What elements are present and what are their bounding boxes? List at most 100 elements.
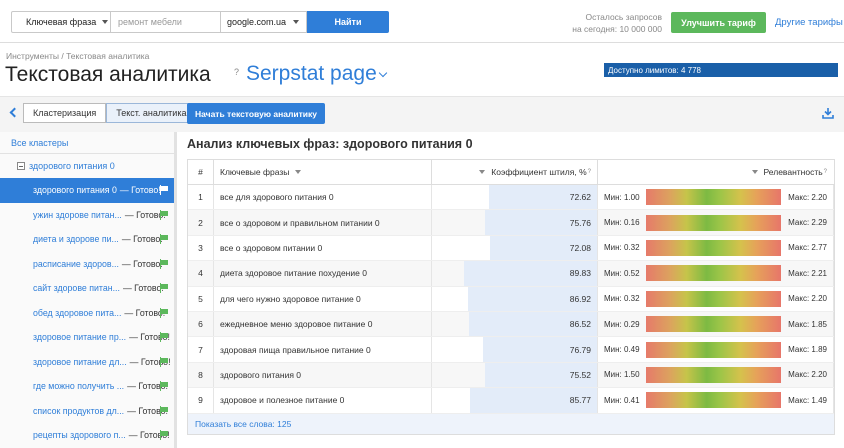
search-input[interactable] — [111, 11, 221, 33]
relevance-min: Мин: 0.49 — [604, 345, 640, 355]
table-row: 3 все о здоровом питании 0 72.08 Мин: 0.32 М… — [188, 235, 834, 262]
row-keyword: все о здоровом и правильном питании 0 — [214, 210, 432, 235]
sidebar-cluster-item[interactable]: здорового питания 0— Готово! — [0, 178, 174, 203]
relevance-heatmap — [646, 392, 782, 409]
row-coef: 89.83 — [432, 261, 598, 286]
breadcrumb[interactable]: Инструменты / Текстовая аналитика — [6, 51, 149, 61]
row-coef: 86.92 — [432, 286, 598, 311]
flag-icon — [159, 430, 168, 440]
sidebar-cluster-item[interactable]: здоровое питание пр... — Готово! — [0, 325, 174, 350]
row-number: 3 — [188, 235, 214, 261]
sidebar-cluster-item[interactable]: диета и здорове пи... — Готово! — [0, 227, 174, 252]
cluster-label: диета и здорове пи... — [33, 234, 119, 245]
other-tariffs-link[interactable]: Другие тарифы — [775, 17, 843, 28]
table-row: 5 для чего нужно здоровое питание 0 86.92 М… — [188, 286, 834, 312]
relevance-max: Макс: 1.85 — [788, 319, 827, 329]
flag-icon — [159, 356, 168, 367]
keywords-table: # Ключевые фразы Коэффициент штиля, %? Р… — [187, 159, 835, 435]
flag-icon — [159, 234, 168, 244]
coef-value: 75.76 — [569, 217, 591, 228]
upgrade-plan-button[interactable]: Улучшить тариф — [671, 12, 766, 33]
sort-icon[interactable] — [479, 170, 486, 174]
search-engine-label: google.com.ua — [227, 17, 287, 27]
help-icon[interactable]: ? — [588, 169, 591, 175]
relevance-max: Макс: 1.89 — [788, 345, 827, 355]
relevance-min: Мин: 1.50 — [604, 370, 640, 380]
relevance-min: Мин: 0.29 — [604, 319, 640, 329]
relevance-min: Мин: 0.32 — [604, 243, 640, 253]
row-relevance: Мин: 0.41 Макс: 1.49 — [598, 388, 834, 413]
relevance-max: Макс: 2.20 — [788, 370, 827, 380]
project-selector[interactable]: Serpstat page — [246, 62, 388, 86]
help-icon[interactable]: ? — [234, 67, 239, 77]
relevance-max: Макс: 2.21 — [788, 268, 827, 278]
cluster-group[interactable]: здорового питания 0 — [0, 154, 174, 178]
cluster-label: здоровое питание пр... — [33, 332, 127, 343]
quota-line: на сегодня: 10 000 000 — [572, 24, 662, 34]
relevance-min: Мин: 1.00 — [604, 192, 640, 202]
sort-icon[interactable] — [751, 170, 758, 174]
coef-value: 72.08 — [569, 242, 591, 253]
relevance-heatmap — [646, 316, 782, 333]
row-number: 1 — [188, 185, 214, 210]
table-row: 9 здоровое и полезное питание 0 85.77 Мин: … — [188, 388, 834, 414]
sidebar-cluster-item[interactable]: рецепты здорового п... — Готово! — [0, 423, 174, 448]
cluster-status: — Готово! — [119, 185, 161, 196]
show-all-words-link[interactable]: Показать все слова: 125 — [188, 413, 834, 434]
table-row: 8 здорового питания 0 75.52 Мин: 1.50 Макс: … — [188, 362, 834, 389]
cluster-label: расписание здоров... — [33, 258, 119, 269]
main-panel: Анализ ключевых фраз: здорового питания … — [180, 132, 844, 448]
table-row: 2 все о здоровом и правильном питании 0 75… — [188, 210, 834, 236]
coef-value: 75.52 — [569, 369, 591, 380]
sidebar-cluster-item[interactable]: расписание здоров... — Готово! — [0, 252, 174, 277]
col-coef[interactable]: Коэффициент штиля, %? — [432, 160, 598, 184]
row-number: 2 — [188, 210, 214, 235]
table-row: 4 диета здоровое питание похудение 0 89.83… — [188, 261, 834, 287]
row-relevance: Мин: 0.32 Макс: 2.20 — [598, 286, 834, 311]
sidebar-cluster-item[interactable]: сайт здорове питан... — Готово! — [0, 276, 174, 301]
row-relevance: Мин: 0.52 Макс: 2.21 — [598, 261, 834, 286]
start-text-analysis-button[interactable]: Начать текстовую аналитику — [187, 103, 325, 124]
sidebar-cluster-item[interactable]: ужин здорове питан... — Готово! — [0, 203, 174, 228]
relevance-min: Мин: 0.32 — [604, 294, 640, 304]
flag-icon — [159, 209, 168, 220]
tab-clustering[interactable]: Кластеризация — [23, 103, 107, 123]
col-keyword[interactable]: Ключевые фразы — [214, 160, 432, 184]
relevance-max: Макс: 2.20 — [788, 192, 827, 202]
sort-icon[interactable] — [295, 170, 302, 174]
cluster-sidebar: Все кластеры здорового питания 0 здорово… — [0, 132, 177, 448]
top-bar: Ключевая фраза google.com.ua Найти Остал… — [0, 0, 844, 43]
back-arrow-icon[interactable] — [9, 107, 20, 118]
search-engine-select[interactable]: google.com.ua — [221, 11, 307, 33]
collapse-icon[interactable] — [17, 162, 25, 170]
download-icon[interactable] — [822, 107, 834, 119]
coef-value: 76.79 — [569, 344, 591, 355]
col-coef-label: Коэффициент штиля, % — [491, 167, 587, 177]
sidebar-cluster-item[interactable]: список продуктов дл... — Готово! — [0, 399, 174, 424]
cluster-label: где можно получить ... — [33, 381, 125, 392]
help-icon[interactable]: ? — [824, 169, 827, 175]
relevance-min: Мин: 0.41 — [604, 395, 640, 405]
relevance-heatmap — [646, 290, 782, 307]
row-relevance: Мин: 1.00 Макс: 2.20 — [598, 185, 834, 210]
limits-badge: Доступно лимитов: 4 778 — [604, 63, 838, 77]
find-button[interactable]: Найти — [307, 11, 389, 33]
sidebar-cluster-item[interactable]: где можно получить ... — Готово! — [0, 374, 174, 399]
relevance-heatmap — [646, 265, 782, 282]
search-type-select[interactable]: Ключевая фраза — [11, 11, 111, 33]
chevron-down-icon — [378, 68, 388, 77]
sidebar-cluster-item[interactable]: обед здоровое пита... — Готово! — [0, 301, 174, 326]
row-keyword: все о здоровом питании 0 — [214, 235, 432, 261]
project-name: Serpstat page — [246, 62, 377, 85]
all-clusters-link[interactable]: Все кластеры — [0, 132, 174, 154]
cluster-status: — Готово! — [121, 258, 163, 269]
sidebar-cluster-item[interactable]: здоровое питание дл... — Готово! — [0, 350, 174, 375]
tab-text-analytics[interactable]: Текст. аналитика — [106, 103, 197, 123]
row-keyword: диета здоровое питание похудение 0 — [214, 261, 432, 286]
row-relevance: Мин: 0.29 Макс: 1.85 — [598, 311, 834, 337]
row-relevance: Мин: 0.32 Макс: 2.77 — [598, 235, 834, 261]
table-row: 6 ежедневное меню здоровое питание 0 86.52… — [188, 311, 834, 338]
col-relevance[interactable]: Релевантность? — [598, 160, 834, 184]
quota-line: Осталось запросов — [585, 12, 662, 22]
relevance-max: Макс: 2.77 — [788, 243, 827, 253]
